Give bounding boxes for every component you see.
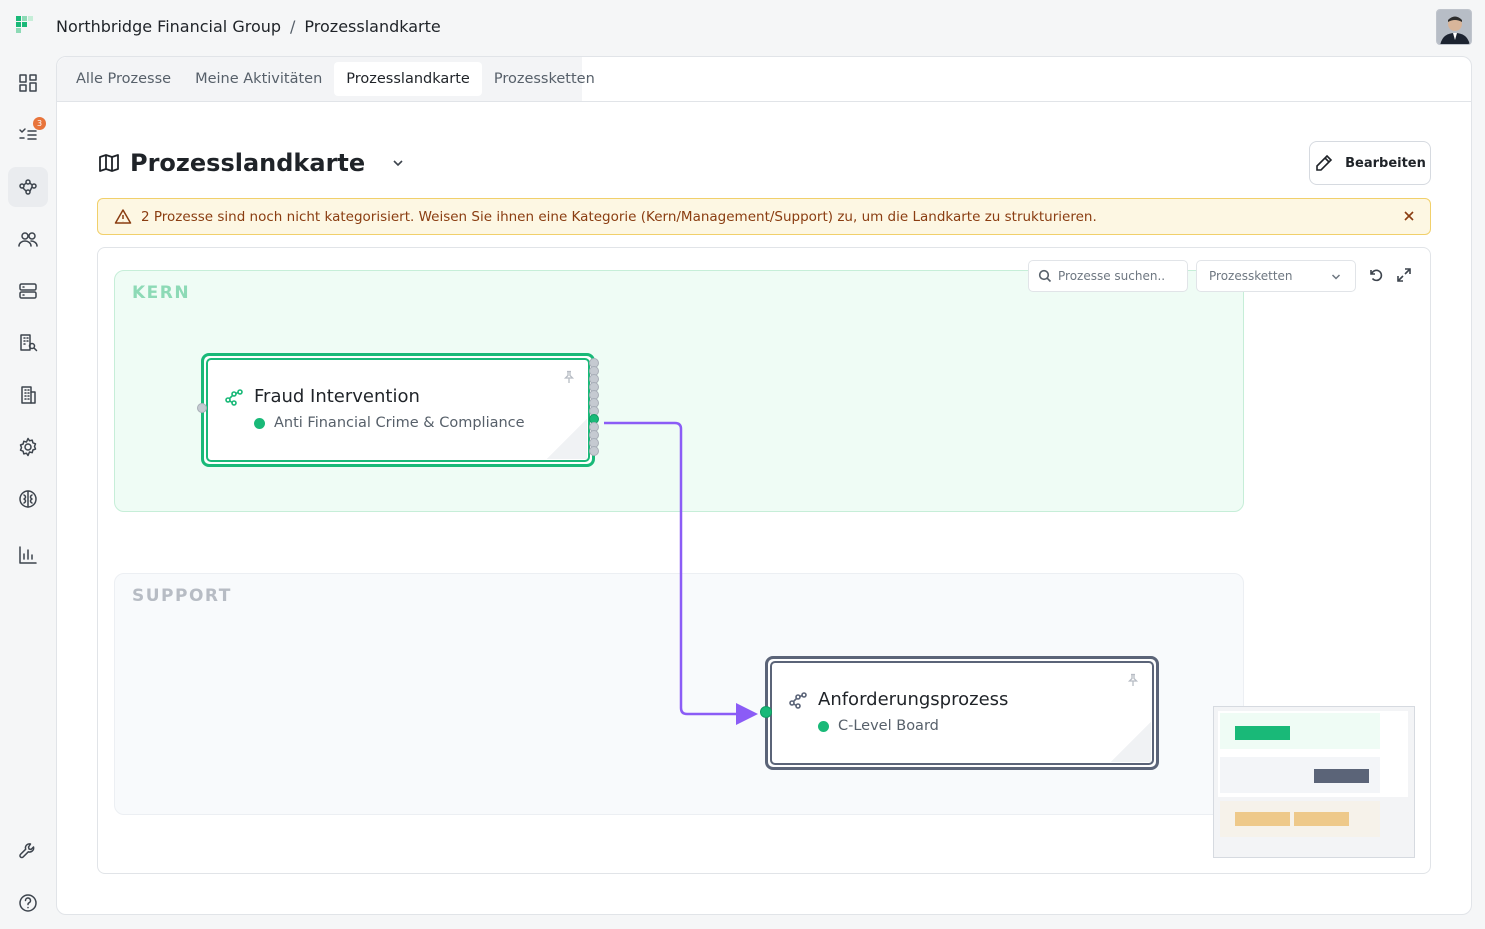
minimap-view (1218, 711, 1408, 837)
status-dot (254, 417, 265, 429)
wrench-icon (19, 843, 35, 859)
tab-process-map[interactable]: Prozesslandkarte (334, 62, 482, 96)
main-panel: Alle Prozesse Meine Aktivitäten Prozessl… (56, 56, 1472, 915)
process-flow-icon (19, 179, 37, 195)
app-logo[interactable] (16, 16, 38, 38)
pencil-icon (1316, 154, 1333, 171)
map-icon (99, 154, 119, 172)
tab-process-chains[interactable]: Prozessketten (482, 62, 607, 96)
sidebar-item-tools[interactable] (8, 831, 48, 871)
breadcrumb-separator: / (290, 17, 296, 36)
sidebar-item-reports[interactable] (8, 535, 48, 575)
tab-all-processes[interactable]: Alle Prozesse (64, 62, 183, 96)
page-header: Prozesslandkarte (98, 149, 405, 177)
help-icon (19, 894, 37, 912)
sidebar-nav: 3 (0, 56, 56, 929)
sidebar-item-organisation[interactable] (8, 375, 48, 415)
bar-chart-icon (19, 546, 37, 564)
status-dot (818, 720, 829, 732)
node-corner-fold (547, 419, 587, 459)
node-corner-fold (1111, 722, 1151, 762)
sidebar-item-systems[interactable] (8, 271, 48, 311)
uncategorized-alert: 2 Prozesse sind noch nicht kategorisiert… (97, 198, 1431, 235)
gear-icon (19, 437, 37, 457)
tab-my-activities[interactable]: Meine Aktivitäten (183, 62, 334, 96)
edit-button-label: Bearbeiten (1345, 155, 1426, 171)
tasks-count-badge: 3 (33, 117, 46, 130)
chevron-down-icon[interactable] (391, 156, 405, 170)
node-owner-text: C-Level Board (838, 718, 939, 734)
sidebar-item-help[interactable] (8, 883, 48, 923)
node-owner: Anti Financial Crime & Compliance (254, 415, 525, 431)
sidebar-item-people[interactable] (8, 219, 48, 259)
process-map-canvas[interactable]: KERN SUPPORT Prozesse suchen.. Prozesske… (97, 247, 1431, 874)
process-flow-icon (789, 692, 807, 709)
process-flow-icon (225, 389, 243, 406)
breadcrumb: Northbridge Financial Group / Prozesslan… (56, 17, 441, 36)
building-icon (21, 386, 36, 404)
warning-icon (114, 208, 132, 224)
sidebar-item-tasks[interactable]: 3 (8, 115, 48, 155)
sidebar-item-ai[interactable] (8, 479, 48, 519)
alert-message: 2 Prozesse sind noch nicht kategorisiert… (141, 208, 1097, 225)
node-input-handle-connected[interactable] (760, 706, 772, 718)
brain-icon (19, 490, 37, 508)
node-title: Fraud Intervention (225, 386, 420, 407)
tab-row: Alle Prozesse Meine Aktivitäten Prozessl… (57, 57, 1471, 102)
server-icon (19, 283, 37, 299)
page-title: Prozesslandkarte (130, 149, 366, 177)
building-search-icon (20, 334, 38, 352)
node-owner-text: Anti Financial Crime & Compliance (274, 415, 525, 431)
node-title-text: Anforderungsprozess (818, 689, 1009, 710)
users-icon (18, 232, 38, 247)
process-node-fraud-intervention[interactable]: Fraud Intervention Anti Financial Crime … (197, 353, 599, 467)
pin-icon[interactable] (562, 370, 576, 384)
sidebar-item-dashboard[interactable] (8, 63, 48, 103)
node-input-handle[interactable] (197, 403, 207, 413)
sidebar-item-process-map[interactable] (8, 167, 48, 207)
node-owner: C-Level Board (818, 718, 939, 734)
sidebar-item-settings[interactable] (8, 427, 48, 467)
breadcrumb-org[interactable]: Northbridge Financial Group (56, 17, 281, 36)
close-icon[interactable] (1402, 209, 1416, 223)
tab-bar: Alle Prozesse Meine Aktivitäten Prozessl… (57, 57, 595, 101)
minimap[interactable] (1213, 706, 1415, 858)
dashboard-icon (19, 74, 37, 92)
node-title: Anforderungsprozess (789, 689, 1009, 710)
process-node-anforderungsprozess[interactable]: Anforderungsprozess C-Level Board (760, 656, 1159, 770)
user-avatar[interactable] (1436, 9, 1472, 45)
breadcrumb-current: Prozesslandkarte (304, 17, 441, 36)
pin-icon[interactable] (1126, 673, 1140, 687)
node-title-text: Fraud Intervention (254, 386, 420, 407)
node-output-handle[interactable] (589, 446, 599, 456)
edit-button[interactable]: Bearbeiten (1309, 141, 1431, 185)
sidebar-item-org-search[interactable] (8, 323, 48, 363)
